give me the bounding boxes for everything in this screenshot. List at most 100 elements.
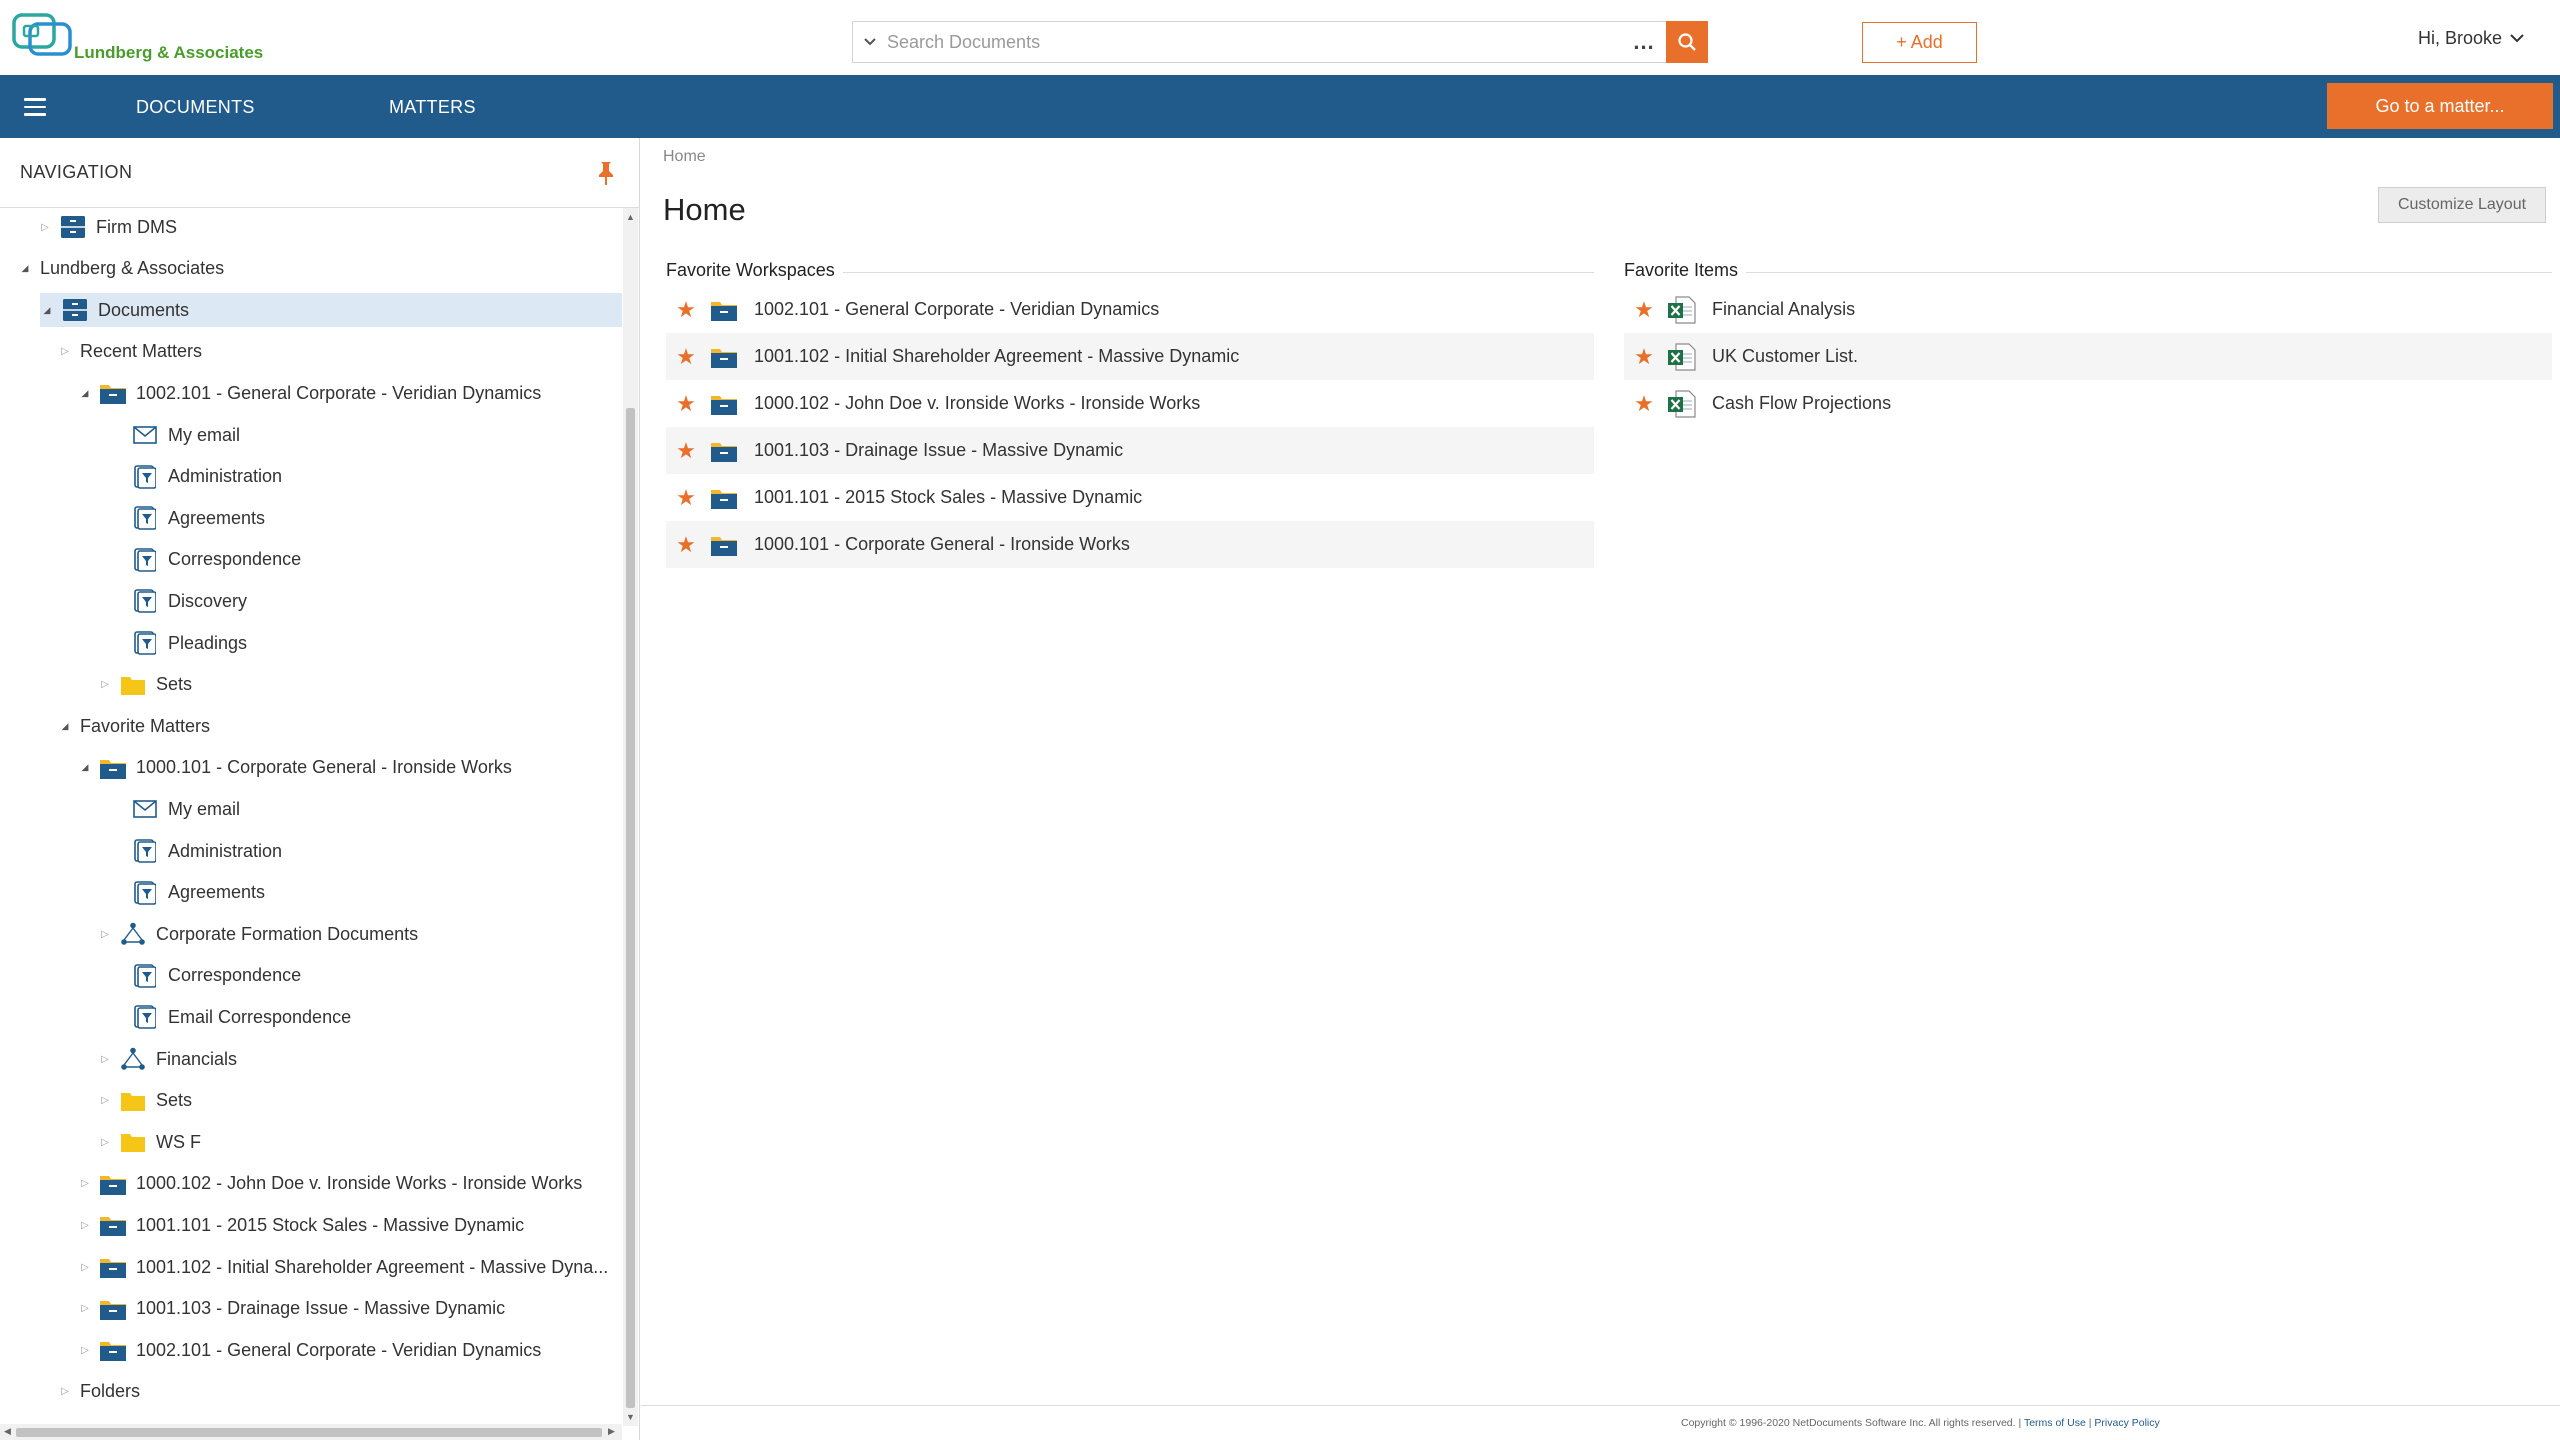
search-options-button[interactable]: ... [1622, 31, 1666, 53]
tree-item-label: Sets [156, 674, 193, 695]
favorite-star-icon[interactable]: ★ [666, 532, 706, 558]
expand-toggle-icon[interactable]: ▷ [98, 1054, 112, 1065]
tree-item[interactable]: ▷ Corporate Formation Documents [0, 917, 622, 951]
favorite-star-icon[interactable]: ★ [666, 344, 706, 370]
expand-toggle-icon[interactable]: ▷ [78, 1178, 92, 1189]
folder-icon [118, 672, 148, 698]
tree-item[interactable]: Correspondence [0, 959, 622, 993]
search-button[interactable] [1666, 21, 1708, 63]
expand-toggle-icon[interactable]: ▷ [78, 1303, 92, 1314]
favorite-workspace-label: 1000.101 - Corporate General - Ironside … [754, 534, 1130, 554]
tree-item[interactable]: ◢ 1002.101 - General Corporate - Veridian… [0, 376, 622, 410]
page-title: Home [663, 192, 746, 227]
tree-item[interactable]: ◢ Lundberg & Associates [0, 252, 622, 286]
tree-item[interactable]: ▷ Sets [0, 668, 622, 702]
search-input[interactable] [887, 31, 1622, 53]
favorite-workspace-item[interactable]: ★ 1002.101 - General Corporate - Veridian… [666, 286, 1594, 333]
privacy-policy-link[interactable]: Privacy Policy [2094, 1417, 2159, 1429]
favorite-star-icon[interactable]: ★ [666, 297, 706, 323]
favorite-star-icon[interactable]: ★ [666, 438, 706, 464]
favorite-item[interactable]: ★ UK Customer List. [1624, 333, 2552, 380]
collapse-toggle-icon[interactable]: ◢ [18, 263, 32, 274]
favorite-workspace-item[interactable]: ★ 1000.102 - John Doe v. Ironside Works -… [666, 380, 1594, 427]
horizontal-scrollbar-thumb[interactable] [16, 1428, 602, 1437]
pin-icon[interactable] [596, 160, 616, 186]
copyright-text: Copyright © 1996-2020 NetDocuments Softw… [1681, 1417, 2022, 1429]
tree-item-label: Pleadings [168, 632, 248, 653]
workspace-icon [706, 389, 742, 419]
horizontal-scrollbar[interactable]: ◀ ▶ [0, 1424, 622, 1440]
tree-item[interactable]: ▷ Financials [0, 1042, 622, 1076]
tree-item[interactable]: Pleadings [0, 626, 622, 660]
expand-toggle-icon[interactable]: ▷ [98, 1095, 112, 1106]
tree-item[interactable]: ◢ Favorite Matters [0, 709, 622, 743]
expand-toggle-icon[interactable]: ▷ [98, 679, 112, 690]
add-button[interactable]: + Add [1862, 22, 1977, 63]
search-scope-dropdown[interactable] [853, 33, 887, 51]
expand-toggle-icon[interactable]: ▷ [58, 346, 72, 357]
tree-item[interactable]: My email [0, 418, 622, 452]
excel-file-icon [1664, 295, 1700, 325]
workspace-icon [98, 755, 128, 781]
chevron-down-icon [864, 38, 876, 46]
expand-toggle-icon[interactable]: ▷ [98, 929, 112, 940]
favorite-item[interactable]: ★ Cash Flow Projections [1624, 380, 2552, 427]
tree-item[interactable]: ▷ 1002.101 - General Corporate - Veridian… [0, 1333, 622, 1367]
workspace-icon [98, 380, 128, 406]
favorite-workspace-item[interactable]: ★ 1001.102 - Initial Shareholder Agreemen… [666, 333, 1594, 380]
tree-item[interactable]: Agreements [0, 501, 622, 535]
vertical-scrollbar[interactable]: ▲ ▼ [623, 208, 638, 1426]
tree-item[interactable]: My email [0, 792, 622, 826]
tree-item[interactable]: ▷ WS F [0, 1125, 622, 1159]
vertical-scrollbar-thumb[interactable] [626, 408, 635, 1408]
collapse-toggle-icon[interactable]: ◢ [78, 388, 92, 399]
expand-toggle-icon[interactable]: ▷ [98, 1137, 112, 1148]
tree-item[interactable]: ▷ 1001.101 - 2015 Stock Sales - Massive D… [0, 1208, 622, 1242]
tree-item[interactable]: ▷ Folders [0, 1375, 622, 1409]
favorite-workspace-item[interactable]: ★ 1001.103 - Drainage Issue - Massive Dyn… [666, 427, 1594, 474]
collapse-toggle-icon[interactable]: ◢ [58, 721, 72, 732]
tree-item[interactable]: Administration [0, 460, 622, 494]
hamburger-menu-icon[interactable] [24, 98, 46, 116]
favorite-star-icon[interactable]: ★ [1624, 391, 1664, 417]
collapse-toggle-icon[interactable]: ◢ [40, 305, 54, 316]
expand-toggle-icon[interactable]: ▷ [78, 1262, 92, 1273]
terms-of-use-link[interactable]: Terms of Use [2024, 1417, 2086, 1429]
favorite-workspace-item[interactable]: ★ 1000.101 - Corporate General - Ironside… [666, 521, 1594, 568]
favorite-star-icon[interactable]: ★ [1624, 344, 1664, 370]
tree-item[interactable]: ▷ Sets [0, 1084, 622, 1118]
favorite-workspace-item[interactable]: ★ 1001.101 - 2015 Stock Sales - Massive D… [666, 474, 1594, 521]
expand-toggle-icon[interactable]: ▷ [78, 1220, 92, 1231]
favorite-item[interactable]: ★ Financial Analysis [1624, 286, 2552, 333]
tree-item[interactable]: Agreements [0, 876, 622, 910]
expand-toggle-icon[interactable]: ▷ [58, 1386, 72, 1397]
customize-layout-button[interactable]: Customize Layout [2378, 187, 2546, 223]
hierarchy-icon [118, 1046, 148, 1072]
tree-item[interactable]: ◢ Documents [40, 293, 622, 328]
nav-matters[interactable]: MATTERS [389, 97, 476, 118]
tree-item[interactable]: Email Correspondence [0, 1000, 622, 1034]
go-to-matter-button[interactable]: Go to a matter... [2327, 83, 2553, 129]
tree-item[interactable]: Administration [0, 834, 622, 868]
tree-item-label: Sets [156, 1090, 193, 1111]
collapse-toggle-icon[interactable]: ◢ [78, 762, 92, 773]
tree-item[interactable]: ▷ 1001.103 - Drainage Issue - Massive Dyn… [0, 1292, 622, 1326]
tree-item[interactable]: ◢ 1000.101 - Corporate General - Ironside… [0, 751, 622, 785]
tree-item[interactable]: ▷ 1001.102 - Initial Shareholder Agreemen… [0, 1250, 622, 1284]
favorite-star-icon[interactable]: ★ [666, 485, 706, 511]
tree-item[interactable]: ▷ 1000.102 - John Doe v. Ironside Works -… [0, 1167, 622, 1201]
saved-search-icon [130, 838, 160, 864]
saved-search-icon [130, 547, 160, 573]
expand-toggle-icon[interactable]: ▷ [78, 1345, 92, 1356]
favorite-star-icon[interactable]: ★ [1624, 297, 1664, 323]
favorite-star-icon[interactable]: ★ [666, 391, 706, 417]
tree-item[interactable]: ▷ Recent Matters [0, 335, 622, 369]
tree-item[interactable]: Correspondence [0, 543, 622, 577]
logo[interactable]: Lundberg & Associates [12, 12, 263, 67]
nav-documents[interactable]: DOCUMENTS [136, 97, 255, 118]
tree-item[interactable]: Discovery [0, 584, 622, 618]
expand-toggle-icon[interactable]: ▷ [38, 222, 52, 233]
tree-item[interactable]: ▷ Firm DMS [0, 210, 622, 244]
user-menu[interactable]: Hi, Brooke [2418, 28, 2524, 49]
breadcrumb[interactable]: Home [663, 148, 706, 166]
